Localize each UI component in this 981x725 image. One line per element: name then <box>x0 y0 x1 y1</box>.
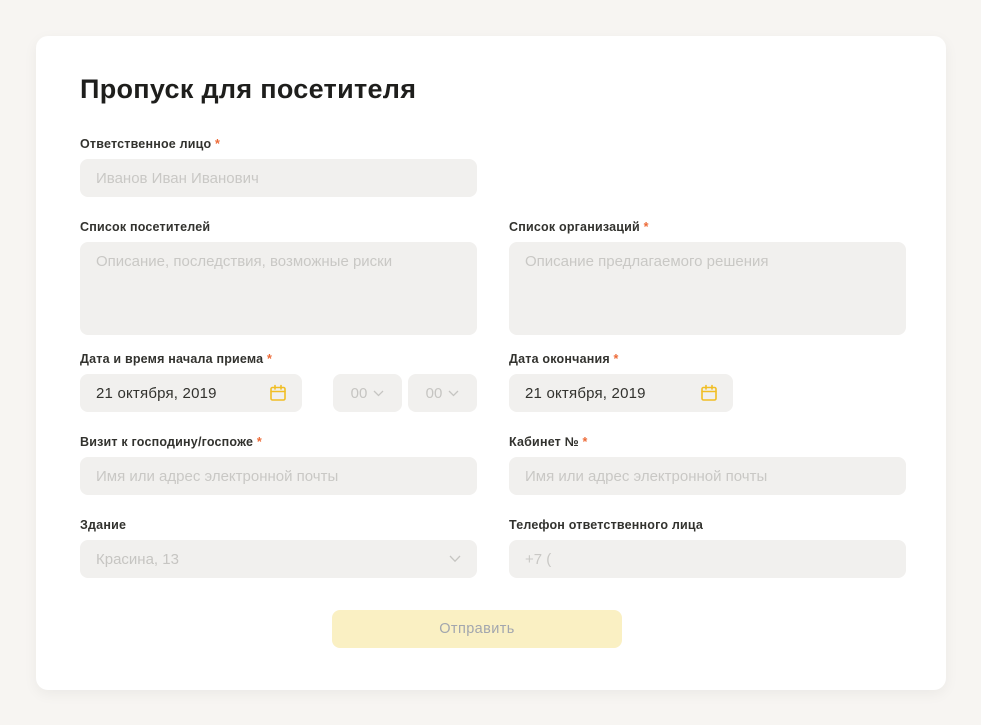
field-responsible: Ответственное лицо * <box>80 136 477 197</box>
start-label-text: Дата и время начала приема <box>80 352 264 366</box>
cabinet-input[interactable] <box>509 457 906 495</box>
visitor-pass-card: Пропуск для посетителя Ответственное лиц… <box>36 36 946 690</box>
end-label: Дата окончания * <box>509 351 906 367</box>
required-asterisk: * <box>582 435 588 449</box>
start-minute-value: 00 <box>425 384 443 402</box>
organizations-label: Список организаций * <box>509 219 906 235</box>
calendar-icon <box>699 383 719 403</box>
end-date-value: 21 октября, 2019 <box>525 384 646 402</box>
phone-input[interactable] <box>509 540 906 578</box>
cabinet-label-text: Кабинет № <box>509 435 579 449</box>
chevron-down-icon <box>449 555 461 563</box>
visit-label-text: Визит к господину/госпоже <box>80 435 254 449</box>
chevron-down-icon <box>448 390 459 397</box>
required-asterisk: * <box>643 220 649 234</box>
visitors-textarea[interactable] <box>80 242 477 335</box>
visit-label: Визит к господину/госпоже * <box>80 434 477 450</box>
organizations-textarea[interactable] <box>509 242 906 335</box>
row-building-phone: Здание Красина, 13 Телефон ответственног… <box>80 517 906 578</box>
row-dates: Дата и время начала приема * 21 октября,… <box>80 351 906 412</box>
row-responsible: Ответственное лицо * <box>80 136 906 197</box>
start-date-picker[interactable]: 21 октября, 2019 <box>80 374 302 412</box>
required-asterisk: * <box>215 137 221 151</box>
start-hour-select[interactable]: 00 <box>333 374 402 412</box>
field-end-date: Дата окончания * 21 октября, 2019 <box>509 351 906 412</box>
visit-to-input[interactable] <box>80 457 477 495</box>
page-title: Пропуск для посетителя <box>80 74 417 104</box>
field-start-datetime: Дата и время начала приема * 21 октября,… <box>80 351 477 412</box>
responsible-input[interactable] <box>80 159 477 197</box>
required-asterisk: * <box>267 352 273 366</box>
start-date-value: 21 октября, 2019 <box>96 384 217 402</box>
phone-label-text: Телефон ответственного лица <box>509 518 704 532</box>
field-organizations: Список организаций * <box>509 219 906 335</box>
chevron-down-icon <box>373 390 384 397</box>
field-visit-to: Визит к господину/госпоже * <box>80 434 477 495</box>
required-asterisk: * <box>613 352 619 366</box>
submit-button[interactable]: Отправить <box>332 610 622 648</box>
row-visit: Визит к господину/госпоже * Кабинет № * <box>80 434 906 495</box>
visitors-label-text: Список посетителей <box>80 220 211 234</box>
building-select[interactable]: Красина, 13 <box>80 540 477 578</box>
building-value: Красина, 13 <box>96 550 179 568</box>
field-cabinet: Кабинет № * <box>509 434 906 495</box>
field-building: Здание Красина, 13 <box>80 517 477 578</box>
field-phone: Телефон ответственного лица <box>509 517 906 578</box>
calendar-icon <box>268 383 288 403</box>
building-label: Здание <box>80 517 477 533</box>
visitors-label: Список посетителей <box>80 219 477 235</box>
start-minute-select[interactable]: 00 <box>408 374 477 412</box>
responsible-label-text: Ответственное лицо <box>80 137 212 151</box>
end-date-picker[interactable]: 21 октября, 2019 <box>509 374 733 412</box>
row-lists: Список посетителей Список организаций * <box>80 219 906 335</box>
building-label-text: Здание <box>80 518 127 532</box>
responsible-label: Ответственное лицо * <box>80 136 477 152</box>
submit-row: Отправить <box>80 610 906 648</box>
field-visitors: Список посетителей <box>80 219 477 335</box>
required-asterisk: * <box>256 435 262 449</box>
start-label: Дата и время начала приема * <box>80 351 477 367</box>
start-hour-value: 00 <box>350 384 368 402</box>
cabinet-label: Кабинет № * <box>509 434 906 450</box>
end-label-text: Дата окончания <box>509 352 610 366</box>
phone-label: Телефон ответственного лица <box>509 517 906 533</box>
organizations-label-text: Список организаций <box>509 220 640 234</box>
